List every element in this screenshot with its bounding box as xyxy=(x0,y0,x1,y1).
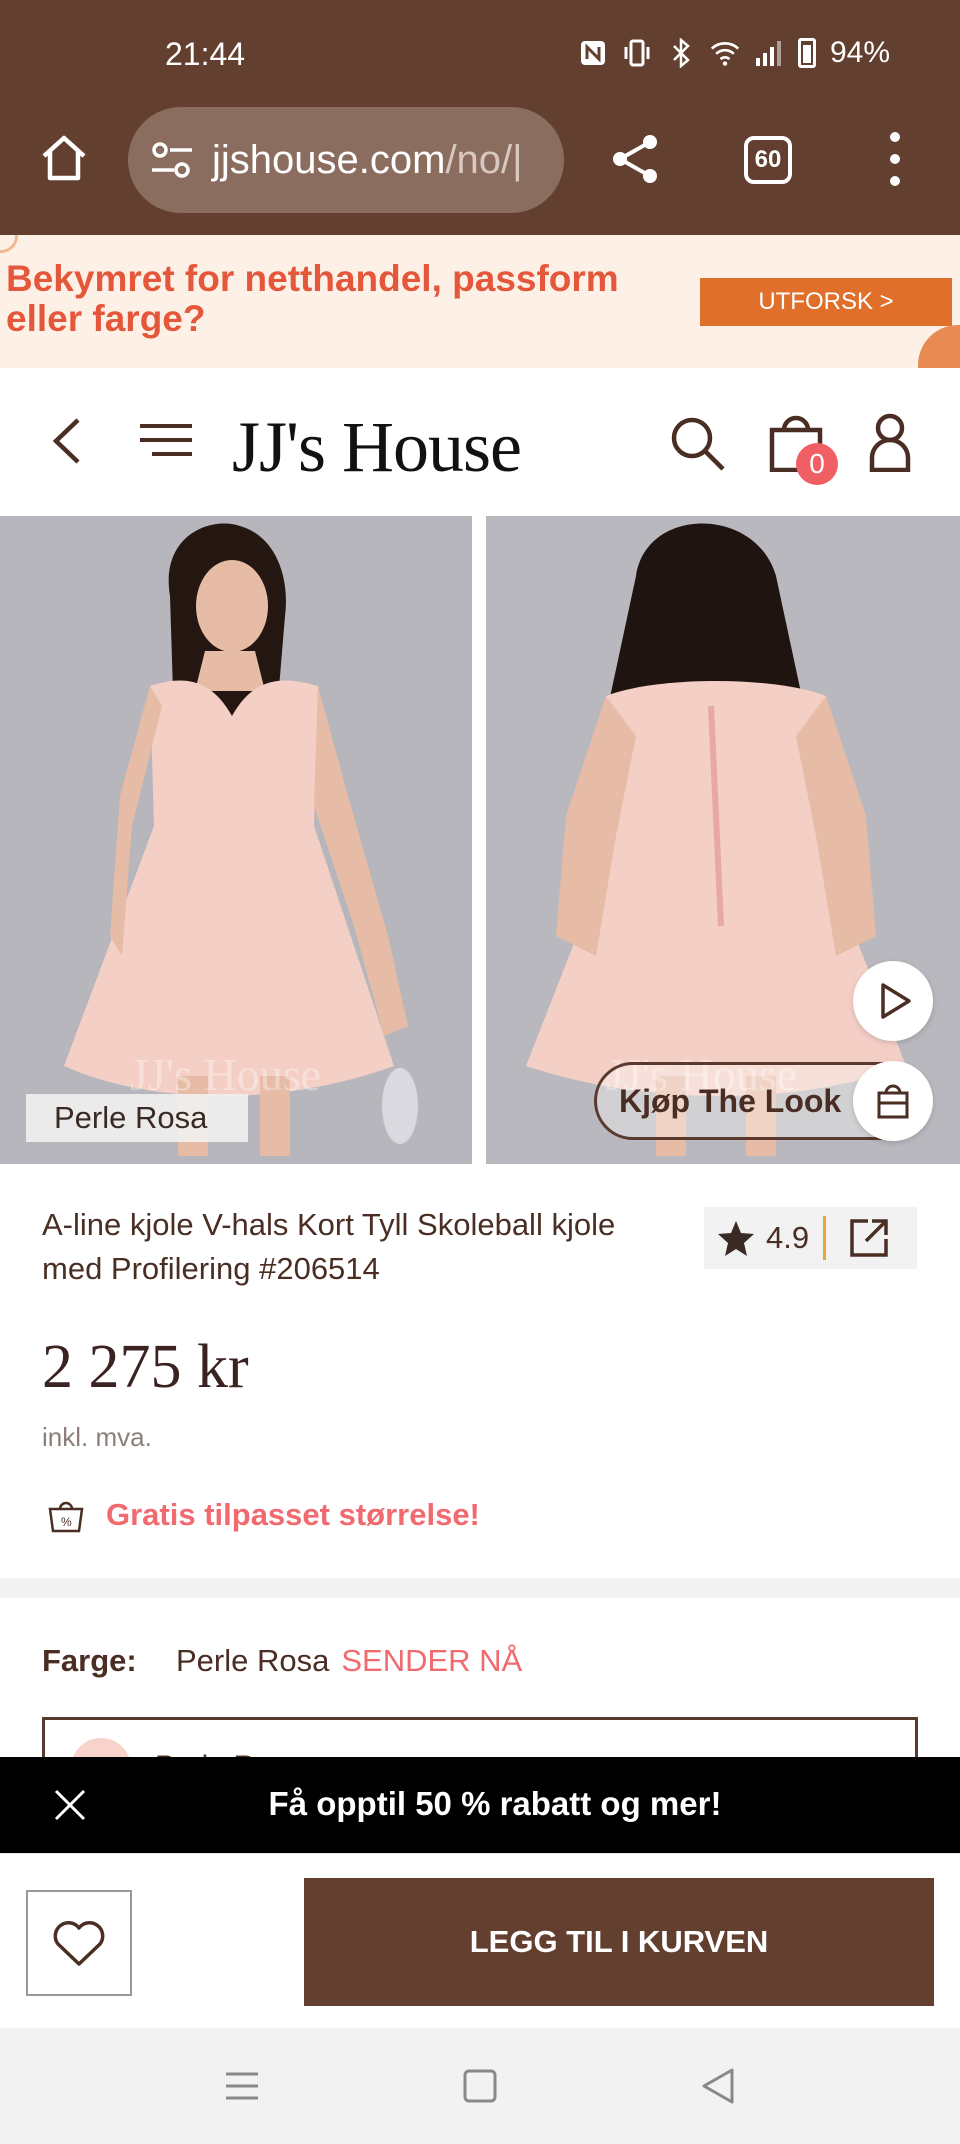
status-bar: 21:44 94% xyxy=(0,0,960,110)
battery-percent: 94% xyxy=(829,36,890,69)
bottom-action-bar: LEGG TIL I KURVEN xyxy=(0,1853,960,2028)
promo-text: Bekymret for netthandel, passform eller … xyxy=(6,258,619,339)
play-icon xyxy=(881,983,911,1019)
color-row: Farge: Perle Rosa SENDER NÅ xyxy=(42,1643,522,1679)
site-logo[interactable]: JJ's House xyxy=(232,406,522,489)
product-gallery[interactable]: JJ's House Perle Rosa JJ's House Kjøp Th… xyxy=(0,516,960,1164)
status-time: 21:44 xyxy=(165,36,246,72)
browser-chrome: 21:44 94% jjshouse.com/no/| 60 xyxy=(0,0,960,235)
free-size-text: Gratis tilpasset størrelse! xyxy=(106,1497,480,1532)
account-icon[interactable] xyxy=(868,412,912,473)
shipping-note: SENDER NÅ xyxy=(341,1643,523,1678)
share-external-icon[interactable] xyxy=(848,1217,890,1259)
add-to-cart-button[interactable]: LEGG TIL I KURVEN xyxy=(304,1878,934,2006)
home-nav-icon[interactable] xyxy=(460,2066,500,2106)
color-tag: Perle Rosa xyxy=(26,1094,248,1142)
signal-icon xyxy=(754,38,784,68)
rating-divider xyxy=(823,1216,827,1260)
star-icon xyxy=(718,1221,754,1256)
heart-icon xyxy=(53,1921,105,1966)
recent-apps-icon[interactable] xyxy=(222,2066,262,2106)
shop-the-look-label: Kjøp The Look xyxy=(619,1082,842,1119)
product-price: 2 275 kr xyxy=(42,1333,249,1401)
color-label: Farge: xyxy=(42,1643,137,1678)
discount-bag-icon: % xyxy=(48,1501,84,1533)
rating-value[interactable]: 4.9 xyxy=(766,1220,809,1256)
decor-circle xyxy=(918,325,960,368)
shop-the-look-bag-button[interactable] xyxy=(853,1061,933,1141)
wishlist-button[interactable] xyxy=(26,1890,132,1996)
free-size-banner[interactable]: % Gratis tilpasset størrelse! xyxy=(46,1495,480,1535)
promo-banner[interactable]: Bekymret for netthandel, passform eller … xyxy=(0,235,960,368)
wifi-icon xyxy=(710,38,740,68)
discount-bar[interactable]: Få opptil 50 % rabatt og mer! xyxy=(0,1757,960,1853)
more-menu-icon[interactable] xyxy=(880,132,910,186)
home-icon[interactable] xyxy=(38,132,90,184)
site-settings-icon[interactable] xyxy=(150,140,194,180)
hamburger-menu-icon[interactable] xyxy=(138,420,194,460)
product-title: A-line kjole V-hals Kort Tyll Skoleball … xyxy=(42,1207,616,1286)
svg-text:%: % xyxy=(61,1515,72,1529)
decor-circle xyxy=(0,235,18,253)
url-text: jjshouse.com/no/| xyxy=(212,137,523,182)
nfc-icon xyxy=(578,38,608,68)
tab-switcher-button[interactable]: 60 xyxy=(744,136,792,184)
vat-note: inkl. mva. xyxy=(42,1422,152,1452)
color-value: Perle Rosa xyxy=(176,1643,330,1678)
share-icon[interactable] xyxy=(606,130,664,188)
play-video-button[interactable] xyxy=(853,961,933,1041)
shopping-bag-icon xyxy=(877,1084,909,1119)
back-icon[interactable] xyxy=(48,416,88,466)
vibrate-icon xyxy=(622,38,652,68)
status-icons: 94% xyxy=(578,36,890,70)
rating-box: 4.9 xyxy=(704,1207,917,1269)
bluetooth-icon xyxy=(666,38,696,68)
product-photo-front[interactable]: JJ's House Perle Rosa xyxy=(0,516,472,1164)
back-nav-icon[interactable] xyxy=(698,2066,738,2106)
cart-count-badge: 0 xyxy=(796,443,838,485)
search-icon[interactable] xyxy=(668,414,726,472)
address-bar[interactable]: jjshouse.com/no/| xyxy=(128,107,564,213)
section-divider xyxy=(0,1578,960,1598)
system-nav-bar xyxy=(0,2028,960,2144)
promo-explore-button[interactable]: UTFORSK > xyxy=(700,278,952,326)
discount-text: Få opptil 50 % rabatt og mer! xyxy=(268,1785,722,1822)
battery-icon xyxy=(797,38,816,68)
site-header: JJ's House 0 xyxy=(0,368,960,516)
